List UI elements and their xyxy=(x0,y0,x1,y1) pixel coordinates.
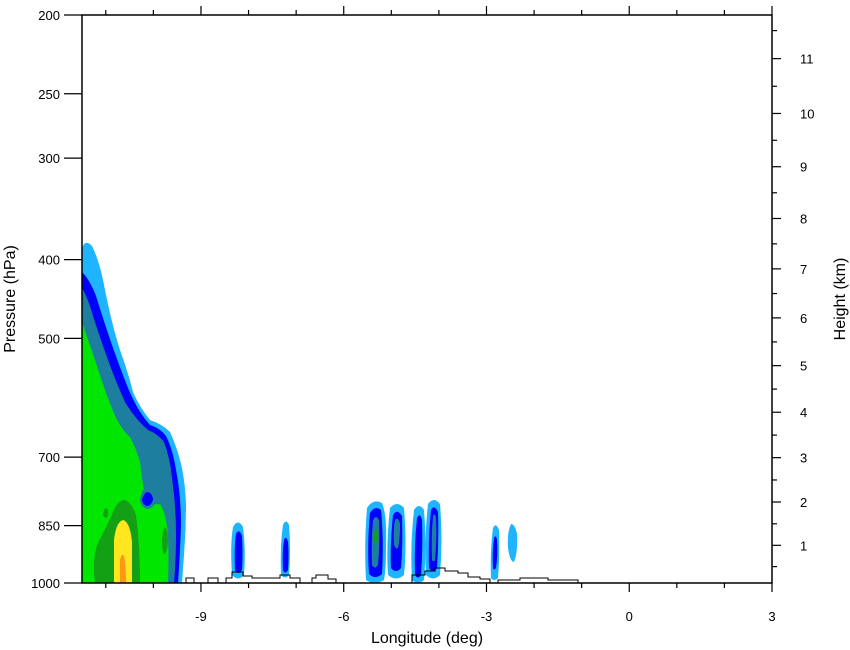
height-tick-label: 11 xyxy=(800,52,814,67)
height-tick-label: 6 xyxy=(800,311,807,326)
x-axis-title: Longitude (deg) xyxy=(371,630,483,647)
height-tick-label: 10 xyxy=(800,106,814,121)
cell-a-inner xyxy=(234,531,243,573)
height-tick-label: 7 xyxy=(800,262,807,277)
pressure-tick-label: 500 xyxy=(38,331,60,346)
x-tick-label: 3 xyxy=(768,609,775,624)
height-tick-label: 3 xyxy=(800,451,807,466)
pressure-tick-label: 850 xyxy=(38,519,60,534)
y-axis-right-title: Height (km) xyxy=(832,258,849,341)
height-tick-label: 4 xyxy=(800,405,807,420)
cross-section-chart: -9 -6 -3 0 3 200 250 300 400 500 700 850 1000 1 2 3 4 5… xyxy=(2,6,849,647)
pressure-tick-label: 1000 xyxy=(31,576,60,591)
height-tick-label: 2 xyxy=(800,495,807,510)
pressure-tick-label: 250 xyxy=(38,87,60,102)
x-tick-label: -3 xyxy=(481,609,493,624)
pressure-tick-label: 300 xyxy=(38,151,60,166)
pressure-axis: 200 250 300 400 500 700 850 1000 xyxy=(31,8,82,591)
height-tick-label: 9 xyxy=(800,160,807,175)
x-tick-label: -9 xyxy=(195,609,207,624)
height-tick-label: 5 xyxy=(800,359,807,374)
height-axis: 1 2 3 4 5 6 7 8 9 10 11 xyxy=(772,29,814,568)
height-tick-label: 1 xyxy=(800,538,807,553)
height-tick-label: 8 xyxy=(800,211,807,226)
pressure-tick-label: 200 xyxy=(38,8,60,23)
y-axis-left-title: Pressure (hPa) xyxy=(2,245,19,353)
pressure-tick-label: 400 xyxy=(38,253,60,268)
x-tick-label: -6 xyxy=(338,609,350,624)
x-tick-label: 0 xyxy=(626,609,633,624)
pressure-tick-label: 700 xyxy=(38,450,60,465)
